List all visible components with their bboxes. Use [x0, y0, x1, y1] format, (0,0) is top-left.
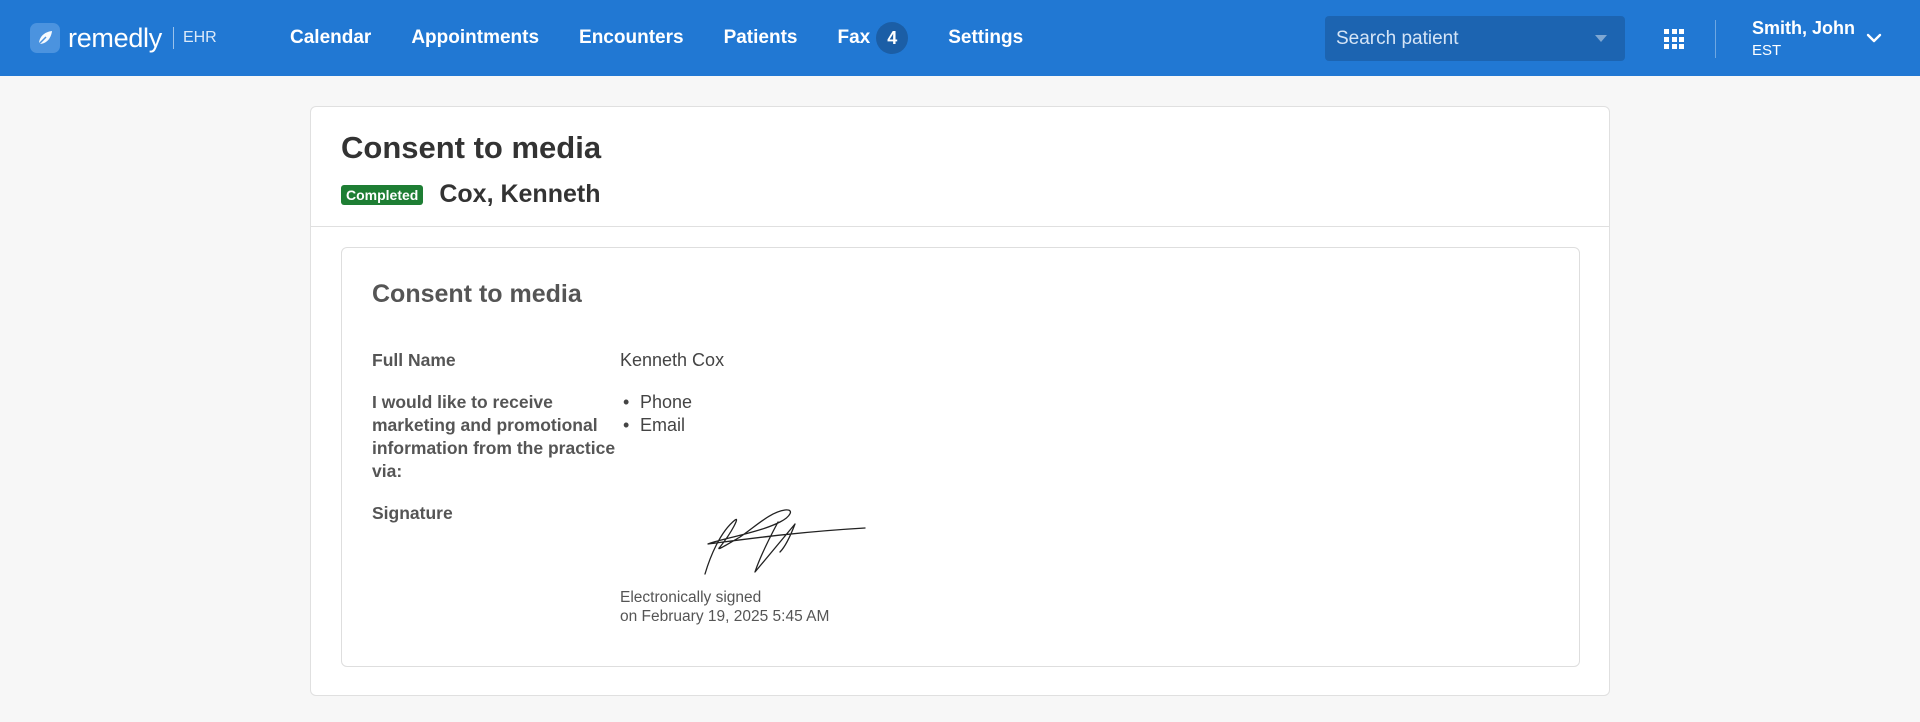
- signature-label: Signature: [372, 503, 453, 523]
- full-name-value: Kenneth Cox: [620, 350, 725, 370]
- signed-line-1: Electronically signed: [620, 589, 762, 606]
- list-item: Phone: [620, 391, 692, 414]
- nav-fax[interactable]: Fax 4: [837, 22, 909, 54]
- patient-name: Cox, Kenneth: [439, 180, 601, 208]
- card-header: Consent to media Completed Cox, Kenneth: [311, 107, 1609, 227]
- form-panel: Consent to media Full Name Kenneth Cox I…: [341, 247, 1580, 667]
- signature-image: [704, 509, 866, 575]
- form-title: Consent to media: [372, 280, 582, 308]
- field-full-name: Full Name Kenneth Cox: [372, 349, 1549, 372]
- nav-patients[interactable]: Patients: [724, 27, 798, 49]
- main-nav: Calendar Appointments Encounters Patient…: [290, 0, 1063, 76]
- user-menu[interactable]: Smith, John EST: [1752, 18, 1855, 59]
- nav-appointments[interactable]: Appointments: [411, 27, 539, 49]
- nav-encounters[interactable]: Encounters: [579, 27, 684, 49]
- nav-settings[interactable]: Settings: [948, 27, 1023, 49]
- signature-value: Electronically signed on February 19, 20…: [620, 502, 880, 626]
- consent-card: Consent to media Completed Cox, Kenneth …: [310, 106, 1610, 696]
- app-logo[interactable]: remedly EHR: [30, 22, 217, 53]
- page-title: Consent to media: [341, 130, 602, 165]
- search-input[interactable]: [1336, 27, 1586, 50]
- page-subtitle: Completed Cox, Kenneth: [341, 180, 1579, 209]
- app-suffix: EHR: [182, 29, 217, 46]
- marketing-label: I would like to receive marketing and pr…: [372, 392, 616, 481]
- user-name: Smith, John: [1752, 18, 1855, 38]
- full-name-label: Full Name: [372, 350, 456, 370]
- marketing-value: Phone Email: [620, 391, 692, 483]
- patient-search[interactable]: [1325, 16, 1625, 61]
- form-fields: Full Name Kenneth Cox I would like to re…: [372, 349, 1549, 626]
- field-marketing: I would like to receive marketing and pr…: [372, 391, 1549, 483]
- grid-icon[interactable]: [1664, 29, 1684, 49]
- chevron-down-icon[interactable]: [1866, 30, 1882, 46]
- top-navbar: remedly EHR Calendar Appointments Encoun…: [0, 0, 1920, 76]
- marketing-options: Phone Email: [620, 391, 692, 437]
- field-signature: Signature Electronically signed on Febru…: [372, 502, 1549, 626]
- nav-fax-label: Fax: [837, 27, 871, 48]
- user-timezone: EST: [1752, 42, 1782, 59]
- caret-down-icon[interactable]: [1595, 35, 1607, 42]
- logo-divider: [172, 27, 174, 49]
- list-item: Email: [620, 414, 692, 437]
- app-name: remedly: [68, 22, 162, 53]
- nav-calendar[interactable]: Calendar: [290, 27, 371, 49]
- fax-count-badge: 4: [876, 22, 909, 54]
- signed-line-2: on February 19, 2025 5:45 AM: [620, 608, 830, 625]
- leaf-icon: [30, 23, 60, 53]
- header-divider: [1715, 20, 1716, 58]
- status-badge: Completed: [341, 184, 424, 205]
